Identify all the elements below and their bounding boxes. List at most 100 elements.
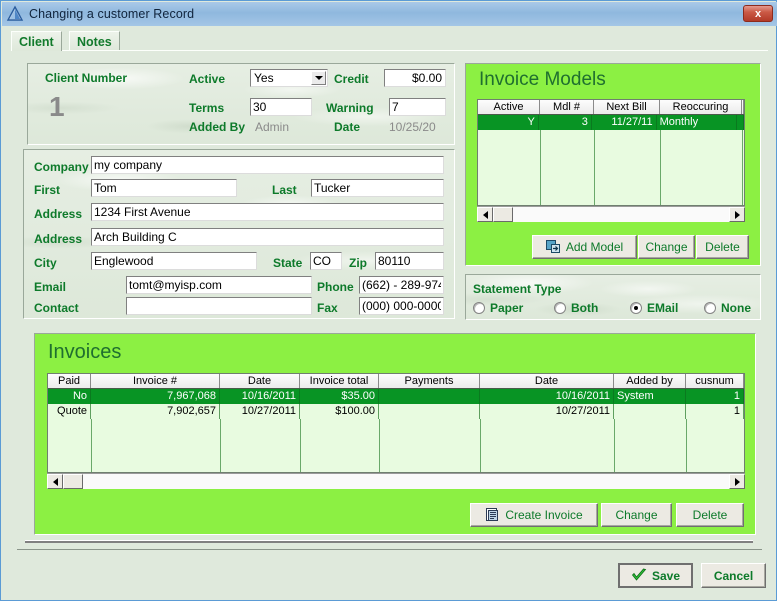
radio-email-circle[interactable] [630, 302, 642, 314]
cell-date-2: 10/16/2011 [480, 389, 614, 404]
state-field[interactable] [310, 252, 342, 270]
column-header-invoice-total[interactable]: Invoice total [300, 374, 379, 388]
credit-label: Credit [334, 72, 369, 86]
footer-separator [25, 541, 753, 543]
save-button[interactable]: Save [618, 563, 693, 588]
cell-next-bill: 11/27/11 [592, 115, 657, 130]
column-header-payments[interactable]: Payments [379, 374, 480, 388]
warning-field[interactable] [389, 98, 446, 116]
city-label: City [34, 256, 57, 270]
fax-field[interactable] [359, 297, 444, 315]
hscroll-thumb[interactable] [63, 474, 83, 489]
hscroll-thumb[interactable] [493, 207, 513, 222]
phone-field[interactable] [359, 276, 444, 294]
added-by-label: Added By [189, 120, 245, 134]
footer-separator-bottom [17, 549, 762, 550]
column-header-active[interactable]: Active [478, 100, 540, 114]
create-invoice-button[interactable]: Create Invoice [470, 503, 598, 527]
tab-client[interactable]: Client [11, 31, 62, 51]
zip-field[interactable] [375, 252, 444, 270]
table-row[interactable]: No 7,967,068 10/16/2011 $35.00 10/16/201… [48, 389, 744, 404]
cell-cusnum: 1 [686, 404, 744, 419]
terms-field[interactable] [250, 98, 312, 116]
change-model-button[interactable]: Change [638, 235, 695, 259]
client-number-value: 1 [49, 93, 65, 121]
table-row[interactable]: Quote 7,902,657 10/27/2011 $100.00 10/27… [48, 404, 744, 419]
cell-active: Y [478, 115, 539, 130]
change-model-label: Change [645, 240, 687, 254]
cell-payments [379, 404, 480, 419]
radio-email[interactable]: EMail [630, 301, 678, 315]
invoice-models-title: Invoice Models [479, 69, 606, 91]
invoices-title: Invoices [48, 341, 121, 364]
delete-invoice-button[interactable]: Delete [676, 503, 744, 527]
change-invoice-label: Change [615, 508, 657, 522]
delete-model-button[interactable]: Delete [696, 235, 749, 259]
company-field[interactable] [91, 156, 444, 174]
cell-added-by [614, 404, 686, 419]
invoices-hscrollbar[interactable] [47, 473, 745, 489]
hscroll-track[interactable] [83, 474, 729, 489]
save-label: Save [652, 569, 680, 583]
cell-date: 10/16/2011 [220, 389, 300, 404]
column-header-paid[interactable]: Paid [48, 374, 91, 388]
cell-invoice-number: 7,967,068 [91, 389, 220, 404]
address1-field[interactable] [91, 203, 444, 221]
column-header-date-2[interactable]: Date [480, 374, 614, 388]
add-model-button[interactable]: Add Model [532, 235, 637, 259]
tab-notes[interactable]: Notes [69, 31, 120, 51]
tab-client-label: Client [19, 35, 54, 49]
cell-payments [379, 389, 480, 404]
radio-none[interactable]: None [704, 301, 751, 315]
tab-notes-label: Notes [77, 35, 112, 49]
contact-field[interactable] [126, 297, 312, 315]
email-field[interactable] [126, 276, 312, 294]
company-label: Company [34, 160, 89, 174]
first-label: First [34, 183, 60, 197]
city-field[interactable] [91, 252, 257, 270]
column-header-invoice-number[interactable]: Invoice # [91, 374, 220, 388]
scroll-right-arrow-icon[interactable] [729, 207, 745, 222]
cancel-button[interactable]: Cancel [701, 563, 766, 588]
chevron-down-icon[interactable] [311, 71, 326, 85]
radio-paper-circle[interactable] [473, 302, 485, 314]
close-icon: x [755, 8, 761, 20]
cell-paid: Quote [48, 404, 91, 419]
address2-field[interactable] [91, 228, 444, 246]
scroll-right-arrow-icon[interactable] [729, 474, 745, 489]
tabstrip: Client Notes [11, 31, 768, 51]
hscroll-track[interactable] [513, 207, 729, 222]
cell-paid: No [48, 389, 91, 404]
column-header-reoccuring[interactable]: Reoccuring [660, 100, 742, 114]
address2-label: Address [34, 232, 82, 246]
column-header-mdl[interactable]: Mdl # [540, 100, 594, 114]
invoice-models-hscrollbar[interactable] [477, 206, 745, 222]
column-header-added-by[interactable]: Added by [614, 374, 686, 388]
first-name-field[interactable] [91, 179, 237, 197]
radio-none-circle[interactable] [704, 302, 716, 314]
scroll-left-arrow-icon[interactable] [47, 474, 63, 489]
change-invoice-button[interactable]: Change [601, 503, 672, 527]
add-model-icon [546, 240, 561, 254]
column-header-next-bill[interactable]: Next Bill [594, 100, 660, 114]
column-header-date[interactable]: Date [220, 374, 300, 388]
column-header-extra[interactable] [742, 100, 744, 114]
radio-both-circle[interactable] [554, 302, 566, 314]
radio-both[interactable]: Both [554, 301, 598, 315]
scroll-left-arrow-icon[interactable] [477, 207, 493, 222]
column-header-cusnum[interactable]: cusnum [686, 374, 744, 388]
active-select[interactable]: Yes [250, 69, 328, 87]
close-button[interactable]: x [743, 5, 773, 22]
invoices-grid[interactable]: Paid Invoice # Date Invoice total Paymen… [47, 373, 745, 473]
create-invoice-label: Create Invoice [505, 508, 582, 522]
table-row[interactable]: Y 3 11/27/11 Monthly [478, 115, 744, 130]
create-invoice-icon [485, 508, 500, 522]
active-value: Yes [251, 71, 311, 85]
credit-field[interactable] [384, 69, 446, 87]
email-label: Email [34, 280, 66, 294]
invoice-models-grid[interactable]: Active Mdl # Next Bill Reoccuring Y 3 11… [477, 99, 745, 206]
last-name-field[interactable] [311, 179, 444, 197]
cell-invoice-total: $100.00 [300, 404, 379, 419]
green-check-icon [631, 568, 647, 583]
radio-paper[interactable]: Paper [473, 301, 523, 315]
